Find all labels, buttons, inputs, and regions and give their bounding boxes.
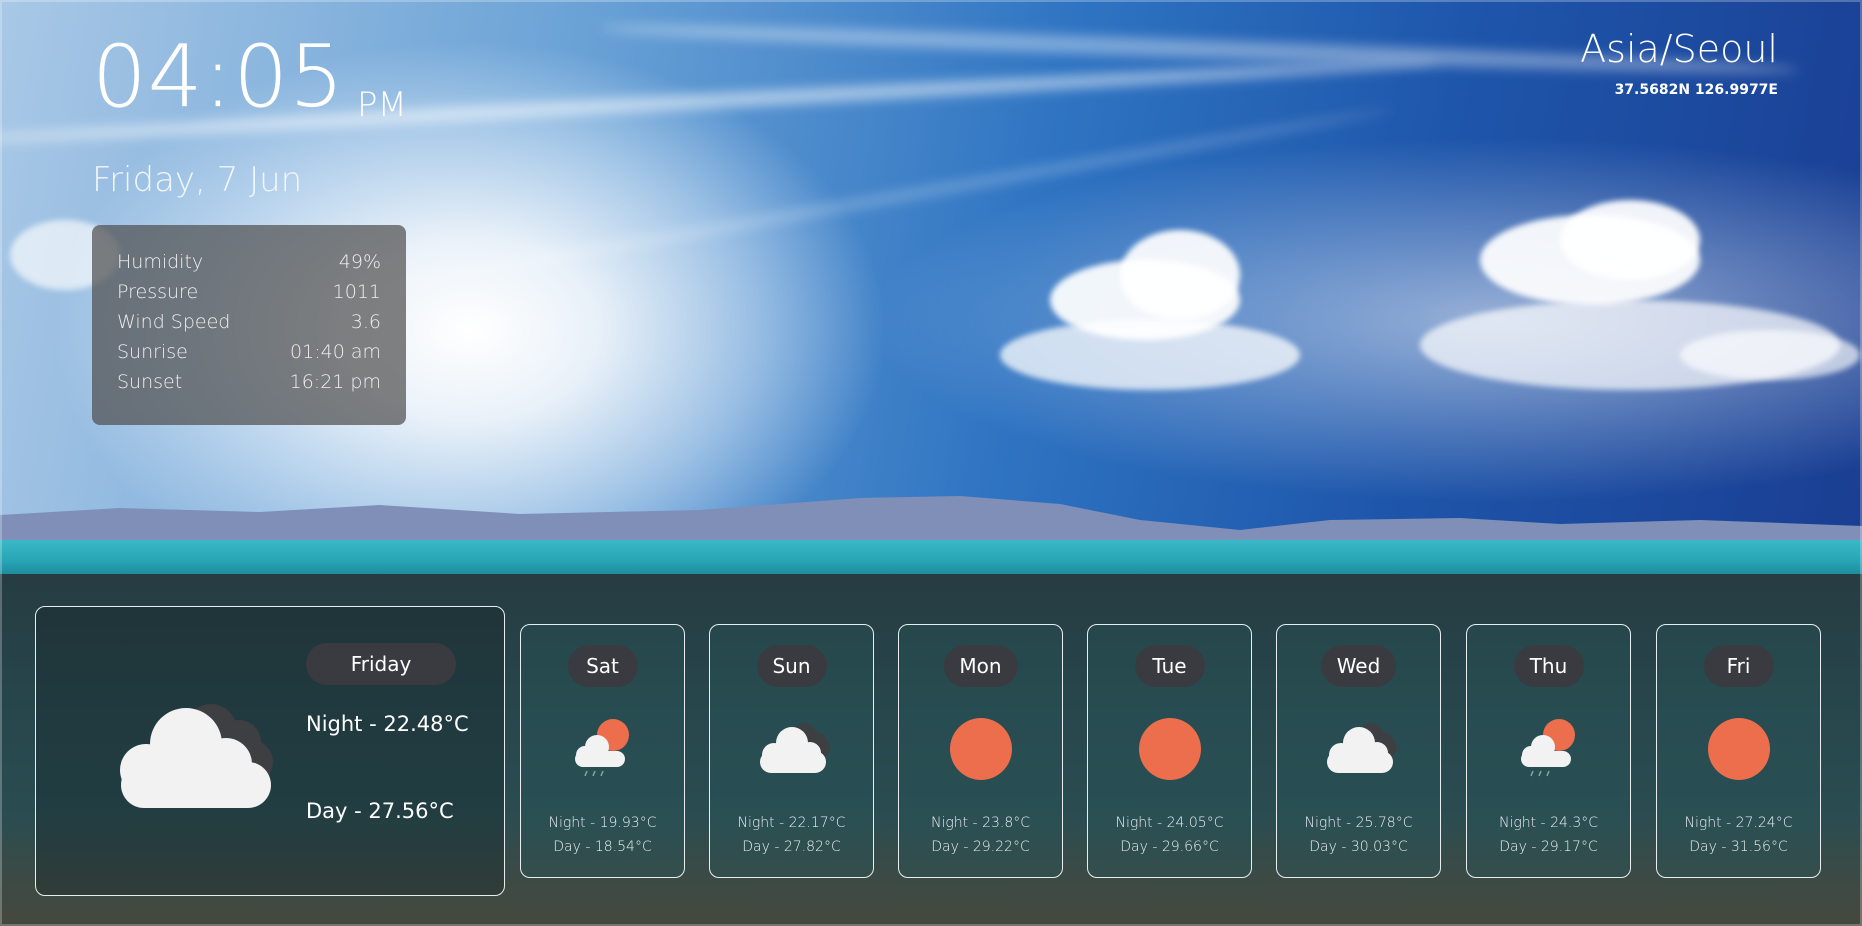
clock-date: Friday, 7 Jun — [92, 160, 303, 200]
day-temperature: Day - 29.22°C — [931, 839, 1030, 855]
stat-value: 49% — [338, 251, 381, 273]
cloudy-icon — [1327, 723, 1397, 773]
weather-stats-box: Humidity 49% Pressure 1011 Wind Speed 3.… — [92, 225, 406, 425]
night-temperature: Night - 23.8°C — [930, 815, 1031, 831]
night-temperature: Night - 22.17°C — [737, 815, 846, 831]
cloudy-icon — [120, 704, 273, 808]
coordinates-label: 37.5682N 126.9977E — [1614, 82, 1778, 98]
stat-value: 3.6 — [350, 311, 381, 333]
stat-value: 1011 — [332, 281, 381, 303]
forecast-card-wed[interactable]: Wed Night - 25.78°C Day - 30.03°C — [1276, 624, 1441, 878]
forecast-temps: Night - 19.93°C Day - 18.54°C — [521, 811, 684, 859]
day-label: Friday — [306, 643, 456, 685]
forecast-card-sun[interactable]: Sun Night - 22.17°C Day - 27.82°C — [709, 624, 874, 878]
day-temperature: Day - 29.66°C — [1120, 839, 1219, 855]
stat-humidity: Humidity 49% — [117, 247, 381, 277]
stat-sunrise: Sunrise 01:40 am — [117, 337, 381, 367]
day-label: Sat — [567, 645, 638, 687]
day-label: Mon — [943, 645, 1018, 687]
night-temperature: Night - 27.24°C — [1684, 815, 1793, 831]
stat-value: 01:40 am — [290, 341, 381, 363]
stat-wind-speed: Wind Speed 3.6 — [117, 307, 381, 337]
forecast-card-sat[interactable]: Sat Night - 19.93°C Day - 18.54°C — [520, 624, 685, 878]
day-label: Fri — [1703, 645, 1774, 687]
night-temperature: Night - 19.93°C — [548, 815, 657, 831]
timezone-label: Asia/Seoul — [1580, 27, 1778, 71]
night-temperature: Night - 24.05°C — [1115, 815, 1224, 831]
sea — [0, 540, 1862, 575]
stat-value: 16:21 pm — [289, 371, 381, 393]
night-temperature: Night - 25.78°C — [1304, 815, 1413, 831]
forecast-card-tue[interactable]: Tue Night - 24.05°C Day - 29.66°C — [1087, 624, 1252, 878]
day-label: Thu — [1513, 645, 1584, 687]
clock-ampm: PM — [357, 85, 407, 125]
rain-sun-icon — [1521, 719, 1575, 777]
day-temperature: Day - 30.03°C — [1309, 839, 1408, 855]
sun-icon — [1708, 718, 1770, 780]
cloudy-icon — [760, 723, 830, 773]
forecast-card-thu[interactable]: Thu Night - 24.3°C Day - 29.17°C — [1466, 624, 1631, 878]
day-temperature: Day - 31.56°C — [1689, 839, 1788, 855]
forecast-temps: Night - 24.3°C Day - 29.17°C — [1467, 811, 1630, 859]
day-temperature: Day - 29.17°C — [1499, 839, 1598, 855]
forecast-temps: Night - 27.24°C Day - 31.56°C — [1657, 811, 1820, 859]
day-label: Tue — [1134, 645, 1205, 687]
forecast-temps: Night - 22.17°C Day - 27.82°C — [710, 811, 873, 859]
forecast-temps: Night - 23.8°C Day - 29.22°C — [899, 811, 1062, 859]
night-temperature: Night - 24.3°C — [1498, 815, 1599, 831]
stat-pressure: Pressure 1011 — [117, 277, 381, 307]
stat-label: Wind Speed — [117, 311, 231, 333]
stat-label: Sunset — [117, 371, 183, 393]
forecast-card-mon[interactable]: Mon Night - 23.8°C Day - 29.22°C — [898, 624, 1063, 878]
night-temperature: Night - 22.48°C — [306, 712, 469, 736]
rain-sun-icon — [575, 719, 629, 777]
forecast-temps: Night - 25.78°C Day - 30.03°C — [1277, 811, 1440, 859]
stat-sunset: Sunset 16:21 pm — [117, 367, 381, 397]
day-label: Wed — [1320, 645, 1397, 687]
forecast-temps: Night - 24.05°C Day - 29.66°C — [1088, 811, 1251, 859]
stat-label: Pressure — [117, 281, 199, 303]
day-temperature: Day - 27.82°C — [742, 839, 841, 855]
forecast-card-fri[interactable]: Fri Night - 27.24°C Day - 31.56°C — [1656, 624, 1821, 878]
clock-time: 04:05 — [92, 27, 345, 127]
day-temperature: Day - 18.54°C — [553, 839, 652, 855]
stat-label: Humidity — [117, 251, 204, 273]
day-temperature: Day - 27.56°C — [306, 799, 454, 823]
sun-icon — [950, 718, 1012, 780]
sun-icon — [1139, 718, 1201, 780]
today-forecast-card[interactable]: Friday Night - 22.48°C Day - 27.56°C — [35, 606, 505, 896]
day-label: Sun — [756, 645, 827, 687]
stat-label: Sunrise — [117, 341, 188, 363]
